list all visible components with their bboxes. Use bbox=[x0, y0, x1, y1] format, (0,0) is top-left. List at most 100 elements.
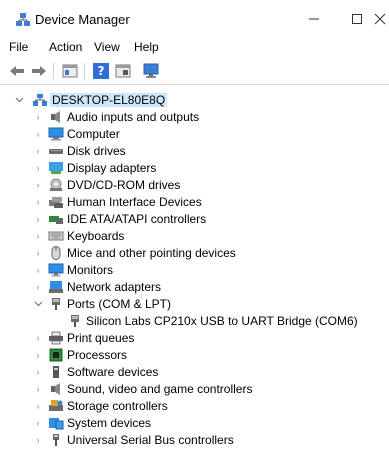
chevron-right-icon[interactable]: › bbox=[33, 333, 43, 343]
chevron-right-icon[interactable]: › bbox=[33, 180, 43, 190]
printer-icon bbox=[48, 331, 64, 345]
properties-icon[interactable] bbox=[61, 62, 79, 80]
menu-action[interactable]: Action bbox=[47, 40, 84, 54]
disk-icon bbox=[48, 144, 64, 158]
chevron-right-icon[interactable]: › bbox=[33, 350, 43, 360]
tree-item-label: IDE ATA/ATAPI controllers bbox=[67, 211, 207, 226]
chevron-down-icon[interactable] bbox=[33, 299, 43, 309]
tree-item-processors[interactable]: › Processors bbox=[0, 346, 389, 363]
ide-icon bbox=[48, 212, 64, 226]
tree-item-disk-drives[interactable]: › Disk drives bbox=[0, 142, 389, 159]
tree-item-label: Ports (COM & LPT) bbox=[67, 296, 172, 311]
tree-item-label: System devices bbox=[67, 415, 152, 430]
tree-item-keyboards[interactable]: › Keyboards bbox=[0, 227, 389, 244]
monitor-icon bbox=[48, 263, 64, 277]
tree-item-label: Computer bbox=[67, 126, 120, 141]
port-icon bbox=[48, 297, 64, 311]
tree-item-print-queues[interactable]: › Print queues bbox=[0, 329, 389, 346]
chevron-right-icon[interactable]: › bbox=[33, 384, 43, 394]
tree-item-label: Processors bbox=[67, 347, 128, 362]
speaker-icon bbox=[48, 110, 64, 124]
keyboard-icon bbox=[48, 229, 64, 243]
tree-item-label: Network adapters bbox=[67, 279, 162, 294]
chevron-right-icon[interactable]: › bbox=[33, 146, 43, 156]
tree-item-label: Human Interface Devices bbox=[67, 194, 202, 209]
tree-item-label: DVD/CD-ROM drives bbox=[67, 177, 181, 192]
hid-icon bbox=[48, 195, 64, 209]
menu-file[interactable]: File bbox=[7, 40, 30, 54]
computer-root-icon bbox=[32, 93, 48, 107]
tree-item-monitors[interactable]: › Monitors bbox=[0, 261, 389, 278]
tree-item-software[interactable]: › Software devices bbox=[0, 363, 389, 380]
dvd-icon bbox=[48, 178, 64, 192]
tree-item-ide[interactable]: › IDE ATA/ATAPI controllers bbox=[0, 210, 389, 227]
tree-item-storage[interactable]: › Storage controllers bbox=[0, 397, 389, 414]
close-button[interactable] bbox=[366, 6, 389, 32]
chevron-right-icon[interactable]: › bbox=[33, 112, 43, 122]
chevron-right-icon[interactable]: › bbox=[33, 265, 43, 275]
tree-item-dvd[interactable]: › DVD/CD-ROM drives bbox=[0, 176, 389, 193]
chevron-right-icon[interactable]: › bbox=[33, 418, 43, 428]
processor-icon bbox=[48, 348, 64, 362]
chevron-down-icon[interactable] bbox=[14, 95, 24, 105]
tree-item-computer[interactable]: › Computer bbox=[0, 125, 389, 142]
tree-item-audio[interactable]: › Audio inputs and outputs bbox=[0, 108, 389, 125]
toolbar: ? bbox=[0, 58, 389, 85]
toolbar-separator bbox=[53, 63, 54, 79]
toolbar-separator bbox=[84, 63, 85, 79]
help-icon[interactable]: ? bbox=[92, 62, 110, 80]
menu-bar: File Action View Help bbox=[0, 38, 389, 58]
tree-item-label: Disk drives bbox=[67, 143, 126, 158]
tree-item-label: Monitors bbox=[67, 262, 114, 277]
storage-icon bbox=[48, 399, 64, 413]
minimize-button[interactable] bbox=[300, 6, 328, 32]
tree-item-cp210x[interactable]: Silicon Labs CP210x USB to UART Bridge (… bbox=[0, 312, 389, 329]
back-icon[interactable] bbox=[8, 62, 26, 80]
tree-item-mice[interactable]: › Mice and other pointing devices bbox=[0, 244, 389, 261]
port-icon bbox=[67, 314, 83, 328]
menu-view[interactable]: View bbox=[92, 40, 122, 54]
tree-item-label: Mice and other pointing devices bbox=[67, 245, 236, 260]
tree-item-system[interactable]: › System devices bbox=[0, 414, 389, 431]
root-label: DESKTOP-EL80E8Q bbox=[50, 92, 168, 107]
usb-icon bbox=[48, 433, 64, 447]
tree-root[interactable]: DESKTOP-EL80E8Q bbox=[0, 91, 389, 108]
chevron-right-icon[interactable]: › bbox=[33, 163, 43, 173]
chevron-right-icon[interactable]: › bbox=[33, 282, 43, 292]
tree-item-label: Silicon Labs CP210x USB to UART Bridge (… bbox=[86, 313, 358, 328]
chevron-right-icon[interactable]: › bbox=[33, 367, 43, 377]
chevron-right-icon[interactable]: › bbox=[33, 435, 43, 445]
tree-item-label: Audio inputs and outputs bbox=[67, 109, 200, 124]
tree-item-label: Storage controllers bbox=[67, 398, 168, 413]
chevron-right-icon[interactable]: › bbox=[33, 401, 43, 411]
mouse-icon bbox=[48, 245, 64, 260]
tree-item-label: Print queues bbox=[67, 330, 135, 345]
tree-item-label: Universal Serial Bus controllers bbox=[67, 432, 234, 447]
tree-item-usb[interactable]: › Universal Serial Bus controllers bbox=[0, 431, 389, 448]
tree-item-network[interactable]: › Network adapters bbox=[0, 278, 389, 295]
tree-item-sound[interactable]: › Sound, video and game controllers bbox=[0, 380, 389, 397]
svg-text:?: ? bbox=[98, 64, 105, 78]
system-icon bbox=[48, 416, 64, 430]
chevron-right-icon[interactable]: › bbox=[33, 248, 43, 258]
chevron-right-icon[interactable]: › bbox=[33, 197, 43, 207]
computer-icon bbox=[48, 127, 64, 141]
forward-icon[interactable] bbox=[30, 62, 48, 80]
display-icon bbox=[48, 161, 64, 175]
chevron-right-icon[interactable]: › bbox=[33, 214, 43, 224]
tree-item-label: Software devices bbox=[67, 364, 159, 379]
device-manager-icon bbox=[15, 12, 31, 28]
tree-item-hid[interactable]: › Human Interface Devices bbox=[0, 193, 389, 210]
network-icon bbox=[48, 280, 64, 294]
chevron-right-icon[interactable]: › bbox=[33, 129, 43, 139]
scan-icon[interactable] bbox=[142, 62, 160, 80]
title-bar: Device Manager bbox=[0, 0, 389, 36]
software-icon bbox=[48, 365, 64, 379]
tree-item-display-adapters[interactable]: › Display adapters bbox=[0, 159, 389, 176]
menu-help[interactable]: Help bbox=[132, 40, 161, 54]
console-icon[interactable] bbox=[114, 62, 132, 80]
sound-icon bbox=[48, 382, 64, 396]
tree-item-label: Keyboards bbox=[67, 228, 125, 243]
tree-item-ports[interactable]: Ports (COM & LPT) bbox=[0, 295, 389, 312]
chevron-right-icon[interactable]: › bbox=[33, 231, 43, 241]
